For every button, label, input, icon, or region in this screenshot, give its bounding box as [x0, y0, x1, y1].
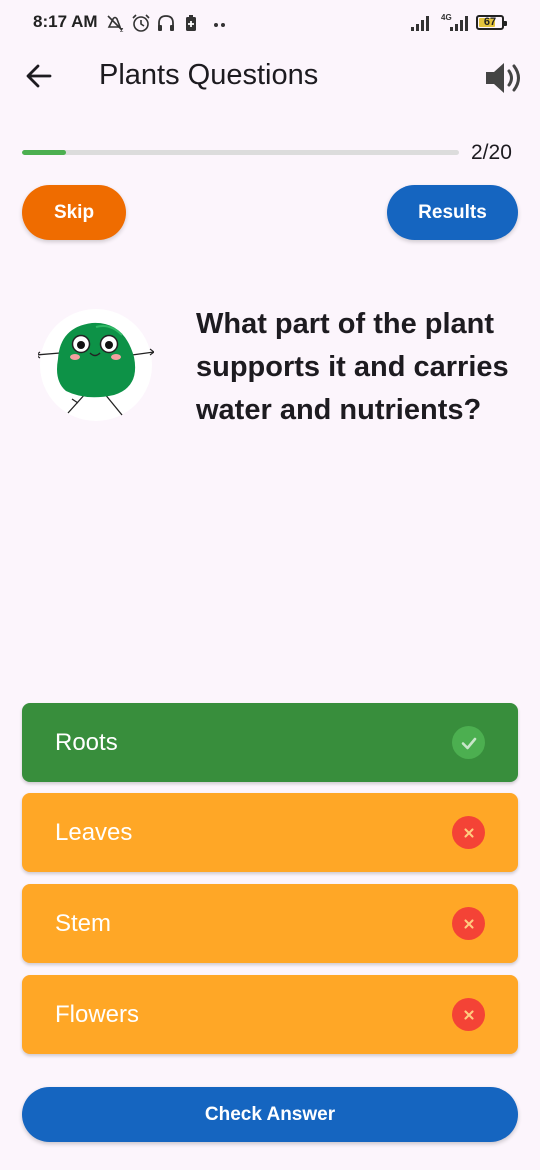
- arrow-left-icon: [26, 64, 52, 88]
- question-text: What part of the plant supports it and c…: [196, 308, 509, 426]
- close-circle-icon: [452, 816, 485, 849]
- speaker-volume-icon: [486, 63, 520, 93]
- progress-count: 2/20: [471, 141, 512, 164]
- battery-icon: 67: [476, 15, 507, 30]
- answer-label: Stem: [55, 909, 112, 937]
- results-button[interactable]: Results: [387, 185, 518, 240]
- green-blob-mascot-icon: [38, 309, 154, 421]
- sound-button[interactable]: [484, 60, 530, 96]
- page-title: Plants Questions: [99, 59, 319, 91]
- back-button[interactable]: [22, 58, 58, 94]
- svg-text:z: z: [120, 27, 124, 33]
- answer-label: Roots: [55, 728, 118, 756]
- check-circle-icon: [452, 726, 485, 759]
- answer-label: Flowers: [55, 1000, 140, 1028]
- close-circle-icon: [452, 998, 485, 1031]
- signal-icon: [411, 16, 429, 31]
- signal-4g-icon: [450, 16, 468, 31]
- no-disturb-icon: z: [107, 15, 124, 33]
- close-circle-icon: [452, 907, 485, 940]
- progress-fill: [22, 150, 66, 155]
- answer-label: Leaves: [55, 818, 133, 846]
- answer-option-flowers[interactable]: Flowers: [22, 975, 518, 1054]
- alarm-icon: [132, 14, 150, 32]
- headset-icon: [158, 15, 174, 31]
- battery-level: 67: [483, 16, 497, 28]
- battery-saver-icon: [186, 15, 196, 31]
- skip-button[interactable]: Skip: [22, 185, 126, 240]
- check-answer-button[interactable]: Check Answer: [22, 1087, 518, 1142]
- status-time: 8:17 AM: [33, 12, 98, 31]
- answer-option-leaves[interactable]: Leaves: [22, 793, 518, 872]
- progress-bar: [22, 150, 459, 155]
- answer-option-stem[interactable]: Stem: [22, 884, 518, 963]
- answer-option-roots[interactable]: Roots: [22, 703, 518, 782]
- more-dots-icon: [214, 23, 225, 27]
